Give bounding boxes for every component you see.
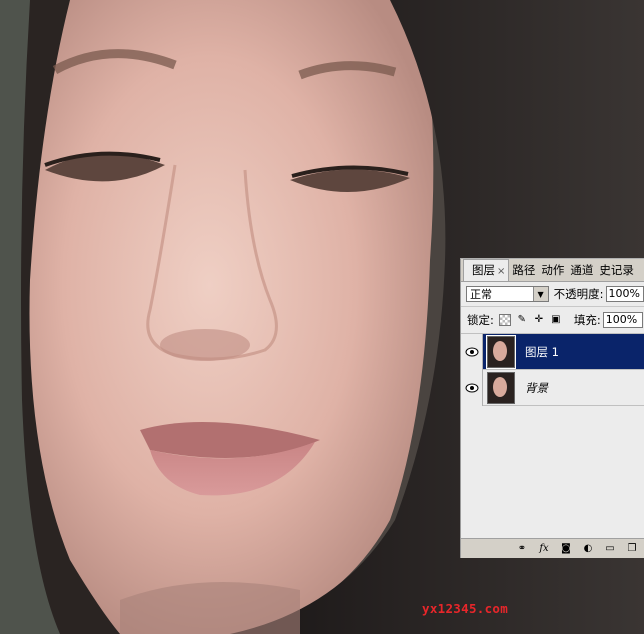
layer-row-1[interactable]: 图层 1 [461, 333, 644, 370]
fx-icon[interactable]: fx [537, 543, 551, 555]
layer-thumbnail [486, 334, 516, 369]
tab-actions[interactable]: 动作 [538, 262, 567, 281]
panel-tabs: 图层 × 路径 动作 通道 史记录 [461, 259, 644, 282]
lock-move-icon[interactable]: ✛ [533, 314, 545, 326]
layers-panel: 图层 × 路径 动作 通道 史记录 正常 ▼ 不透明度: 100% 锁定: ✎ ✛… [460, 258, 644, 558]
close-icon[interactable]: × [497, 266, 505, 277]
layers-bottom-bar: ⚭ fx ◙ ◐ ▭ ❐ [461, 538, 644, 558]
tab-layers-label: 图层 [472, 263, 495, 277]
fill-label: 填充: [573, 313, 601, 327]
mask-icon[interactable]: ◙ [559, 543, 573, 555]
tab-channels-label: 通道 [570, 263, 594, 277]
chevron-down-icon[interactable]: ▼ [532, 287, 548, 301]
link-icon[interactable]: ⚭ [515, 543, 529, 555]
blend-mode-value: 正常 [470, 288, 492, 301]
fill-input[interactable]: 100% [602, 312, 643, 328]
lock-fill-row: 锁定: ✎ ✛ ▣ 填充: 100% [461, 307, 644, 334]
layers-list: 图层 1 背景 [461, 333, 644, 538]
blend-mode-select[interactable]: 正常 ▼ [466, 286, 549, 302]
opacity-label: 不透明度: [553, 287, 604, 301]
tab-paths[interactable]: 路径 [509, 262, 538, 281]
tab-layers[interactable]: 图层 × [463, 259, 510, 281]
lock-label: 锁定: [467, 313, 494, 327]
tab-channels[interactable]: 通道 [567, 262, 596, 281]
folder-icon[interactable]: ▭ [603, 543, 617, 555]
layer-row-background[interactable]: 背景 [461, 369, 644, 406]
adjustment-icon[interactable]: ◐ [581, 543, 595, 555]
layer-name: 图层 1 [525, 344, 559, 359]
tab-paths-label: 路径 [512, 263, 536, 277]
tab-history[interactable]: 史记录 [596, 262, 637, 281]
lock-transparent-icon[interactable] [498, 314, 511, 326]
watermark: yx12345.com [422, 601, 509, 616]
layer-thumbnail [487, 371, 515, 404]
tab-actions-label: 动作 [541, 263, 565, 277]
layer-name: 背景 [525, 380, 548, 395]
lock-all-icon[interactable]: ▣ [550, 314, 562, 326]
new-layer-icon[interactable]: ❐ [625, 543, 639, 555]
tab-history-label: 史记录 [599, 263, 634, 277]
blend-opacity-row: 正常 ▼ 不透明度: 100% [461, 282, 644, 307]
eye-icon[interactable] [461, 369, 483, 406]
opacity-input[interactable]: 100% [605, 286, 644, 302]
eye-icon[interactable] [461, 333, 483, 370]
lock-brush-icon[interactable]: ✎ [516, 314, 528, 326]
